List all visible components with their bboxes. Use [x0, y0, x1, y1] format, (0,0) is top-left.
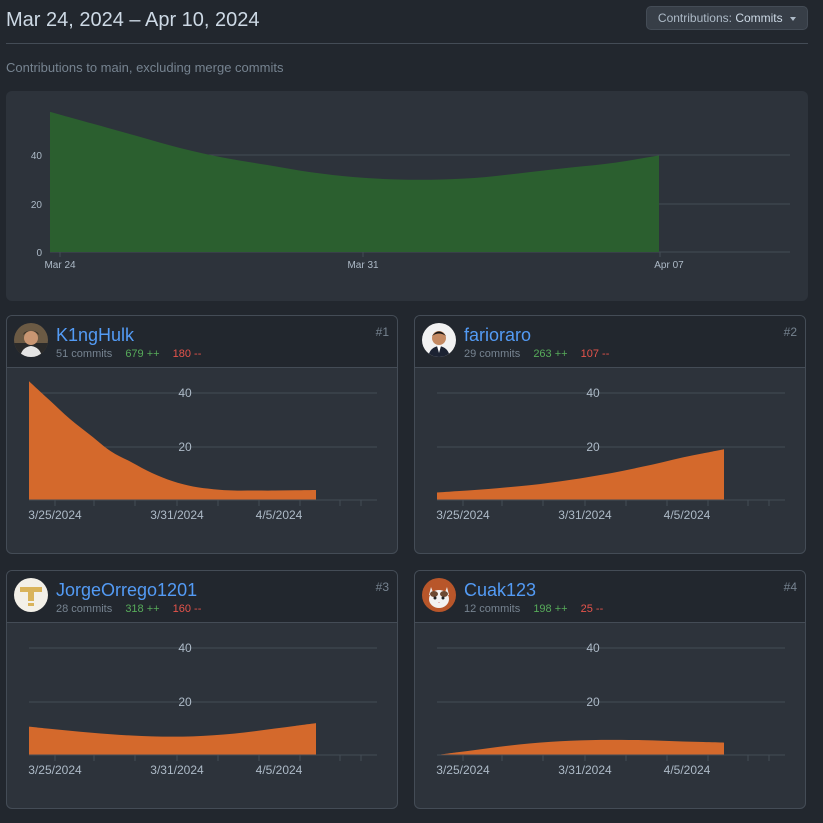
avatar[interactable]	[14, 578, 48, 612]
contributor-stats: 29 commits 263 ++ 107 --	[464, 348, 609, 360]
deletions-count: 25 --	[580, 603, 604, 615]
ytick-label: 40	[178, 641, 192, 655]
contributor-card-header: Cuak123 12 commits 198 ++ 25 -- #4	[415, 571, 805, 623]
additions-count: 263 ++	[533, 348, 568, 360]
date-range-title: Mar 24, 2024 – Apr 10, 2024	[6, 9, 260, 31]
ytick-label: 20	[586, 440, 600, 454]
xtick-label: 3/25/2024	[28, 508, 82, 522]
xtick-label: 4/5/2024	[664, 763, 711, 777]
additions-count: 318 ++	[125, 603, 160, 615]
xtick-label: 4/5/2024	[256, 763, 303, 777]
main-ytick-40: 40	[31, 151, 43, 162]
deletions-count: 160 --	[172, 603, 202, 615]
xtick-label: 4/5/2024	[664, 508, 711, 522]
contributions-value: Commits	[735, 11, 783, 25]
xtick-label: 3/25/2024	[436, 763, 490, 777]
page-header: Mar 24, 2024 – Apr 10, 2024 Contribution…	[6, 0, 808, 44]
contributor-area-series	[437, 739, 724, 755]
contributor-stats: 12 commits 198 ++ 25 --	[464, 603, 603, 615]
ytick-label: 40	[586, 386, 600, 400]
contributor-card-1: K1ngHulk 51 commits 679 ++ 180 -- #1 40 2…	[6, 315, 398, 554]
commit-count[interactable]: 51 commits	[56, 348, 112, 360]
contributor-username[interactable]: farioraro	[464, 325, 531, 346]
contributor-chart: 40 20 3/25/2024 3/31/2024 4/5/2024	[28, 381, 377, 522]
xtick-label: 4/5/2024	[256, 508, 303, 522]
caret-down-icon	[790, 16, 796, 21]
contributor-card-3: JorgeOrrego1201 28 commits 318 ++ 160 --…	[6, 570, 398, 809]
contributor-username[interactable]: JorgeOrrego1201	[56, 580, 197, 601]
xtick-label: 3/31/2024	[558, 763, 612, 777]
identicon-icon	[14, 578, 48, 612]
main-contributions-chart: 40 20 0 Mar 24 Mar 31 Apr 07	[6, 91, 808, 301]
contributor-chart: 40 20 3/25/2024 3/31/2024 4/5/2024	[436, 641, 785, 777]
rank-badge: #1	[375, 325, 389, 339]
additions-count: 198 ++	[533, 603, 568, 615]
contributor-area-series	[29, 381, 316, 500]
main-ytick-20: 20	[31, 200, 43, 211]
main-ytick-0: 0	[36, 248, 42, 259]
xtick-label: 3/31/2024	[558, 508, 612, 522]
deletions-count: 180 --	[172, 348, 202, 360]
contributions-dropdown-button[interactable]: Contributions: Commits	[645, 6, 808, 30]
avatar-photo-icon	[14, 323, 48, 357]
xtick-label: 3/25/2024	[436, 508, 490, 522]
rank-badge: #2	[783, 325, 797, 339]
contributor-card-header: K1ngHulk 51 commits 679 ++ 180 -- #1	[7, 316, 397, 368]
commit-count[interactable]: 12 commits	[464, 603, 520, 615]
ytick-label: 40	[586, 641, 600, 655]
xtick-label: 3/31/2024	[150, 763, 204, 777]
main-chart-svg: 40 20 0 Mar 24 Mar 31 Apr 07	[31, 111, 790, 271]
contributor-stats: 51 commits 679 ++ 180 --	[56, 348, 201, 360]
avatar[interactable]	[14, 323, 48, 357]
ytick-label: 20	[178, 695, 192, 709]
additions-count: 679 ++	[125, 348, 160, 360]
cat-avatar-icon	[422, 578, 456, 612]
contributor-card-4: Cuak123 12 commits 198 ++ 25 -- #4 40 20 3…	[414, 570, 806, 809]
avatar-photo-icon	[422, 323, 456, 357]
contributor-area-series	[437, 449, 724, 500]
contributor-card-header: farioraro 29 commits 263 ++ 107 -- #2	[415, 316, 805, 368]
contributor-card-header: JorgeOrrego1201 28 commits 318 ++ 160 --…	[7, 571, 397, 623]
xtick-label: 3/25/2024	[28, 763, 82, 777]
ytick-label: 20	[178, 440, 192, 454]
main-xtick-label-2: Apr 07	[654, 260, 684, 271]
contributor-card-2: farioraro 29 commits 263 ++ 107 -- #2 40…	[414, 315, 806, 554]
ytick-label: 20	[586, 695, 600, 709]
contributor-chart: 40 20 3/25/2024 3/31/2024 4/5/2024	[28, 641, 377, 777]
contributor-area-series	[29, 723, 316, 755]
deletions-count: 107 --	[580, 348, 610, 360]
contributor-username[interactable]: Cuak123	[464, 580, 536, 601]
main-xtick-label-1: Mar 31	[347, 260, 379, 271]
chart-subtitle: Contributions to main, excluding merge c…	[6, 60, 284, 75]
contributor-username[interactable]: K1ngHulk	[56, 325, 134, 346]
avatar[interactable]	[422, 323, 456, 357]
main-area-series	[50, 111, 659, 252]
contributions-label: Contributions:	[657, 11, 732, 25]
xtick-label: 3/31/2024	[150, 508, 204, 522]
main-xtick-label-0: Mar 24	[44, 260, 76, 271]
rank-badge: #4	[783, 580, 797, 594]
contributor-stats: 28 commits 318 ++ 160 --	[56, 603, 201, 615]
rank-badge: #3	[375, 580, 389, 594]
contributor-chart: 40 20 3/25/2024 3/31/2024 4/5/2024	[436, 386, 785, 522]
commit-count[interactable]: 29 commits	[464, 348, 520, 360]
avatar[interactable]	[422, 578, 456, 612]
commit-count[interactable]: 28 commits	[56, 603, 112, 615]
ytick-label: 40	[178, 386, 192, 400]
